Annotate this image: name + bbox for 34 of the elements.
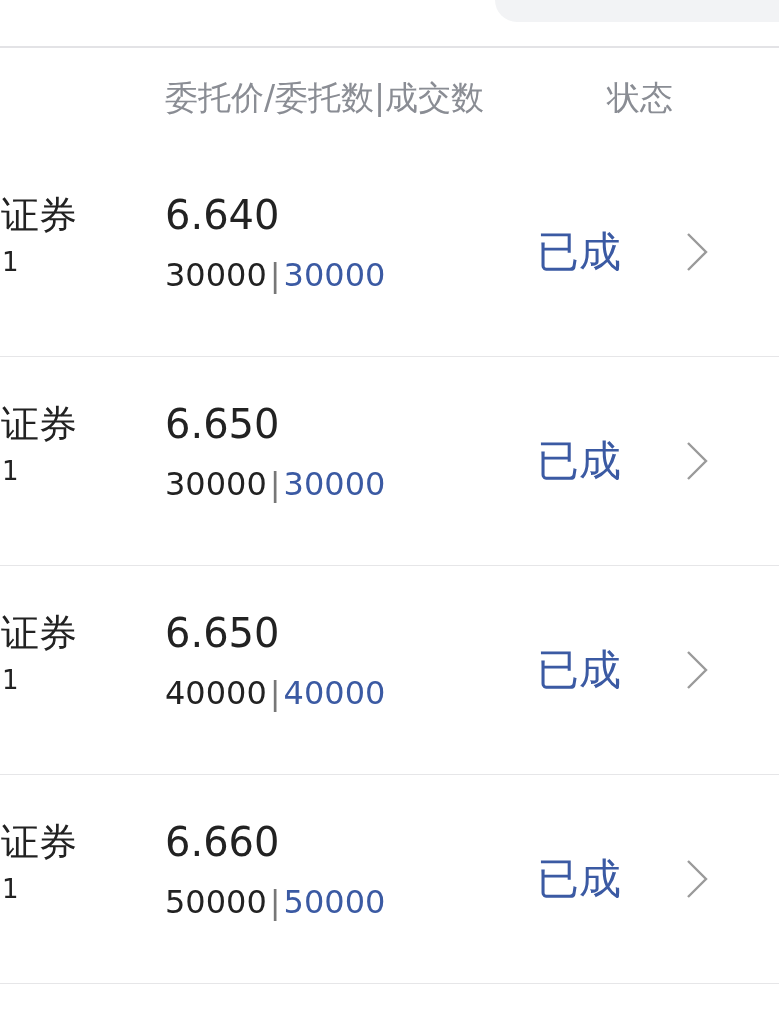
separator: | xyxy=(269,255,281,296)
column-header: 状态 xyxy=(607,76,673,119)
separator: | xyxy=(269,882,281,923)
order-status: 已成 xyxy=(537,435,622,487)
order-quantity: 30000 xyxy=(165,464,267,505)
filled-quantity: 30000 xyxy=(283,255,386,296)
order-status: 已成 xyxy=(537,644,622,696)
stock-code: 1 xyxy=(2,664,20,697)
filled-quantity: 50000 xyxy=(283,882,386,923)
order-quantity: 40000 xyxy=(165,673,267,714)
stock-code: 1 xyxy=(2,455,20,488)
order-status: 已成 xyxy=(537,853,622,905)
stock-code: 1 xyxy=(2,873,20,906)
order-quantity: 30000 xyxy=(165,255,267,296)
stock-name: 证券 xyxy=(1,192,78,239)
chevron-right-icon[interactable] xyxy=(685,232,709,272)
filled-quantity: 40000 xyxy=(283,673,386,714)
order-price: 6.660 xyxy=(165,818,281,867)
stock-name: 证券 xyxy=(1,401,78,448)
separator: | xyxy=(269,673,281,714)
order-quantity: 50000 xyxy=(165,882,267,923)
filled-quantity: 30000 xyxy=(283,464,386,505)
order-price: 6.650 xyxy=(165,400,281,449)
chevron-right-icon[interactable] xyxy=(685,441,709,481)
stock-code: 1 xyxy=(2,246,20,279)
chevron-right-icon[interactable] xyxy=(685,650,709,690)
stock-name: 证券 xyxy=(1,610,78,657)
column-header: 委托价/委托数|成交数 xyxy=(165,76,486,119)
order-price: 6.650 xyxy=(165,609,281,658)
stock-name: 证券 xyxy=(1,819,78,866)
order-price: 6.640 xyxy=(165,191,281,240)
chevron-right-icon[interactable] xyxy=(685,859,709,899)
order-status: 已成 xyxy=(537,226,622,278)
separator: | xyxy=(269,464,281,505)
